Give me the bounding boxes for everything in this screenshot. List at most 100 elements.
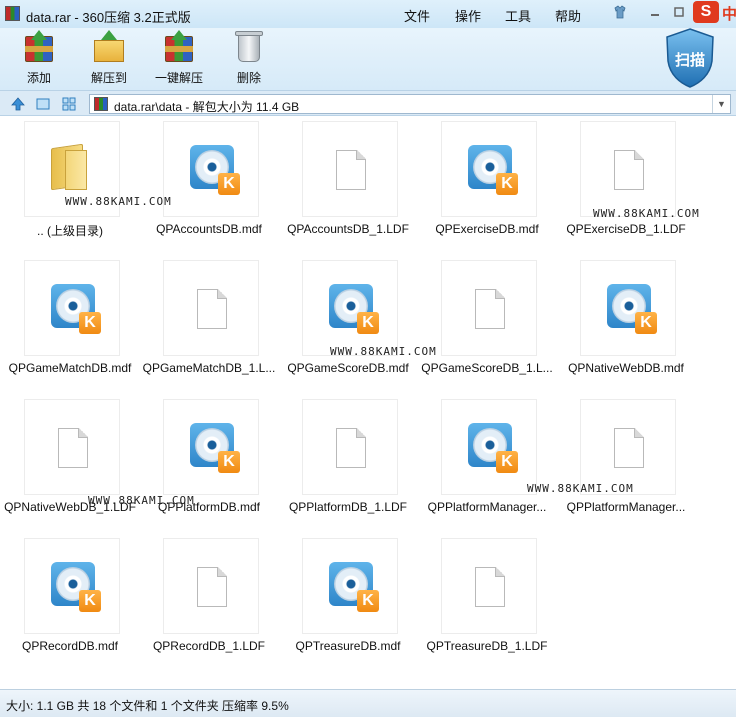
one-click-extract-icon (161, 30, 197, 64)
watermark: WWW.88KAMI.COM (65, 195, 172, 208)
file-item[interactable]: QPPlatformManager... (558, 395, 694, 525)
file-item[interactable]: K QPGameMatchDB.mdf (2, 256, 138, 386)
file-item[interactable]: K QPNativeWebDB.mdf (558, 256, 694, 386)
up-arrow-icon[interactable] (10, 96, 26, 112)
thumbnail-frame (302, 121, 398, 217)
small-icon-view-icon[interactable] (61, 96, 77, 112)
thumbnail-frame: K (441, 121, 537, 217)
file-item[interactable]: QPExerciseDB_1.LDF (558, 117, 694, 247)
database-disc-icon: K (607, 284, 657, 334)
extract-to-button[interactable]: 解压到 (74, 30, 144, 88)
file-item[interactable]: K QPExerciseDB.mdf (419, 117, 555, 247)
file-item[interactable]: QPAccountsDB_1.LDF (280, 117, 416, 247)
large-icon-view-icon[interactable] (35, 96, 51, 112)
file-item[interactable]: K QPTreasureDB.mdf (280, 534, 416, 664)
watermark: WWW.88KAMI.COM (527, 482, 634, 495)
file-name: QPGameScoreDB_1.L... (421, 361, 553, 375)
menu-operation[interactable]: 操作 (455, 6, 481, 25)
file-name: QPPlatformDB_1.LDF (288, 500, 408, 514)
blank-file-icon (197, 289, 227, 329)
file-name: QPGameMatchDB_1.L... (142, 361, 276, 375)
thumbnail-frame (163, 538, 259, 634)
blank-file-icon (58, 428, 88, 468)
add-archive-icon (21, 30, 57, 64)
add-button[interactable]: 添加 (4, 30, 74, 88)
thumbnail-frame: K (24, 260, 120, 356)
file-item[interactable]: K QPRecordDB.mdf (2, 534, 138, 664)
thumbnail-frame: K (580, 260, 676, 356)
file-item[interactable]: QPRecordDB_1.LDF (141, 534, 277, 664)
toolbar: 添加 解压到 一键解压 删除 (0, 28, 736, 90)
parent-folder-item[interactable]: .. (上级目录) (2, 117, 138, 247)
blank-file-icon (197, 567, 227, 607)
one-click-extract-button[interactable]: 一键解压 (144, 30, 214, 88)
brand-text: 中 (722, 6, 736, 23)
address-bar: data.rar\data - 解包大小为 11.4 GB ▼ (0, 90, 736, 116)
thumbnail-frame (441, 260, 537, 356)
minimize-icon[interactable] (648, 5, 662, 19)
status-bar: 大小: 1.1 GB 共 18 个文件和 1 个文件夹 压缩率 9.5% (0, 689, 736, 717)
file-item[interactable]: K QPGameScoreDB.mdf (280, 256, 416, 386)
file-name: QPAccountsDB_1.LDF (287, 222, 409, 236)
blank-file-icon (475, 567, 505, 607)
database-disc-icon: K (329, 284, 379, 334)
archive-path-icon (94, 97, 108, 111)
file-name: QPAccountsDB.mdf (156, 222, 262, 236)
thumbnail-frame (302, 399, 398, 495)
skin-icon[interactable] (613, 5, 627, 19)
file-item[interactable]: K QPPlatformManager... (419, 395, 555, 525)
file-name: QPRecordDB.mdf (21, 639, 119, 653)
database-disc-icon: K (468, 145, 518, 195)
blank-file-icon (614, 428, 644, 468)
blank-file-icon (336, 150, 366, 190)
archive-app-icon (5, 6, 20, 21)
trash-icon (231, 30, 267, 64)
file-name: QPNativeWebDB.mdf (568, 361, 684, 375)
file-item[interactable]: QPTreasureDB_1.LDF (419, 534, 555, 664)
thumbnail-frame (163, 260, 259, 356)
one-click-extract-label: 一键解压 (154, 71, 203, 85)
thumbnail-frame: K (163, 121, 259, 217)
file-name: QPTreasureDB.mdf (295, 639, 401, 653)
thumbnail-frame: K (441, 399, 537, 495)
thumbnail-frame: K (24, 538, 120, 634)
file-list: QPTreasureDB_1.LDF K QPTreasureDB.mdf QPRec… (0, 117, 736, 689)
scan-label: 扫描 (674, 52, 705, 69)
window-title: data.rar - 360压缩 3.2正式版 (26, 10, 191, 25)
menu-file[interactable]: 文件 (404, 6, 430, 25)
chevron-down-icon[interactable]: ▼ (712, 95, 730, 113)
address-path: data.rar\data - 解包大小为 11.4 GB (114, 100, 300, 114)
watermark: WWW.88KAMI.COM (88, 494, 195, 507)
database-disc-icon: K (51, 284, 101, 334)
delete-label: 删除 (236, 71, 261, 85)
blank-file-icon (336, 428, 366, 468)
file-name: QPExerciseDB_1.LDF (566, 222, 686, 236)
maximize-icon[interactable] (672, 5, 686, 19)
scan-button[interactable]: 扫描 (664, 27, 716, 89)
database-disc-icon: K (51, 562, 101, 612)
file-name: QPGameScoreDB.mdf (287, 361, 409, 375)
delete-button[interactable]: 删除 (214, 30, 284, 88)
thumbnail-frame (580, 121, 676, 217)
file-name: .. (上级目录) (37, 224, 103, 238)
file-name: QPTreasureDB_1.LDF (426, 639, 548, 653)
extract-to-label: 解压到 (90, 71, 127, 85)
menu-help[interactable]: 帮助 (555, 6, 581, 25)
file-item[interactable]: K QPAccountsDB.mdf (141, 117, 277, 247)
thumbnail-frame (24, 399, 120, 495)
file-item[interactable]: QPPlatformDB_1.LDF (280, 395, 416, 525)
file-name: QPGameMatchDB.mdf (8, 361, 132, 375)
menu-tools[interactable]: 工具 (505, 6, 531, 25)
watermark: WWW.88KAMI.COM (593, 207, 700, 220)
address-field[interactable]: data.rar\data - 解包大小为 11.4 GB ▼ (89, 94, 731, 114)
brand-logo-icon: S (693, 1, 719, 23)
file-name: QPPlatformManager... (427, 500, 547, 514)
thumbnail-frame (580, 399, 676, 495)
thumbnail-frame (441, 538, 537, 634)
database-disc-icon: K (329, 562, 379, 612)
file-item[interactable]: QPGameScoreDB_1.L... (419, 256, 555, 386)
thumbnail-frame: K (302, 260, 398, 356)
file-name: QPRecordDB_1.LDF (152, 639, 266, 653)
file-item[interactable]: QPGameMatchDB_1.L... (141, 256, 277, 386)
database-disc-icon: K (190, 145, 240, 195)
